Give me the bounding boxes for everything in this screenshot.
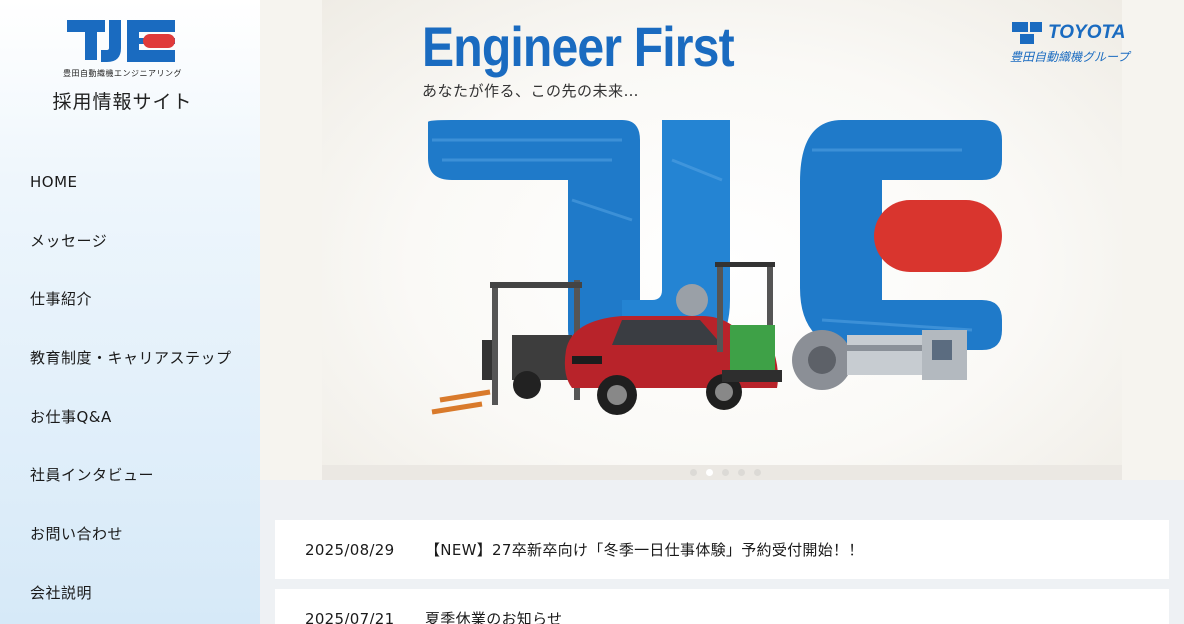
nav-item-qa[interactable]: お仕事Q&A [0,387,260,446]
news-item[interactable]: 2025/08/29 【NEW】27卒新卒向け「冬季一日仕事体験」予約受付開始！… [275,520,1169,579]
nav-item-jobs[interactable]: 仕事紹介 [0,269,260,328]
hero-tagline: あなたが作る、この先の未来… [422,82,640,100]
nav-item-company[interactable]: 会社説明 [0,563,260,622]
nav-item-home[interactable]: HOME [0,152,260,211]
hero-banner[interactable]: Engineer First あなたが作る、この先の未来… TOYOTA 豊田自… [260,0,1184,480]
news-title[interactable]: 夏季休業のお知らせ [425,608,562,624]
news-date: 2025/07/21 [305,609,395,624]
slide-dot[interactable] [738,469,745,476]
nav-item-message[interactable]: メッセージ [0,211,260,270]
sidebar: 豊田自動織機エンジニアリング 採用情報サイト HOME メッセージ 仕事紹介 教… [0,0,260,624]
site-title: 採用情報サイト [52,91,193,113]
nav-item-education[interactable]: 教育制度・キャリアステップ [0,328,260,387]
toyota-wordmark: TOYOTA [1048,22,1126,43]
slide-dot[interactable] [706,469,713,476]
slide-dot[interactable] [754,469,761,476]
hero-title: Engineer First [422,15,735,78]
news-date: 2025/08/29 [305,540,395,559]
toyota-group-label: 豊田自動織機グループ [1010,50,1130,64]
slide-dot[interactable] [690,469,697,476]
news-list: 2025/08/29 【NEW】27卒新卒向け「冬季一日仕事体験」予約受付開始！… [260,480,1184,624]
tje-logo-icon [66,20,175,62]
hero-slide: Engineer First あなたが作る、この先の未来… TOYOTA 豊田自… [322,0,1129,480]
slide-indicator [322,465,1122,480]
logo-subtitle: 豊田自動織機エンジニアリング [63,69,182,78]
toyota-logo-icon [1012,22,1042,44]
news-title[interactable]: 【NEW】27卒新卒向け「冬季一日仕事体験」予約受付開始！！ [425,539,864,560]
slide-dot[interactable] [722,469,729,476]
news-item[interactable]: 2025/07/21 夏季休業のお知らせ [275,589,1169,624]
logo[interactable]: 豊田自動織機エンジニアリング 採用情報サイト [0,16,245,114]
nav-item-interview[interactable]: 社員インタビュー [0,445,260,504]
main-nav: HOME メッセージ 仕事紹介 教育制度・キャリアステップ お仕事Q&A 社員イ… [0,152,260,622]
nav-item-contact[interactable]: お問い合わせ [0,504,260,563]
